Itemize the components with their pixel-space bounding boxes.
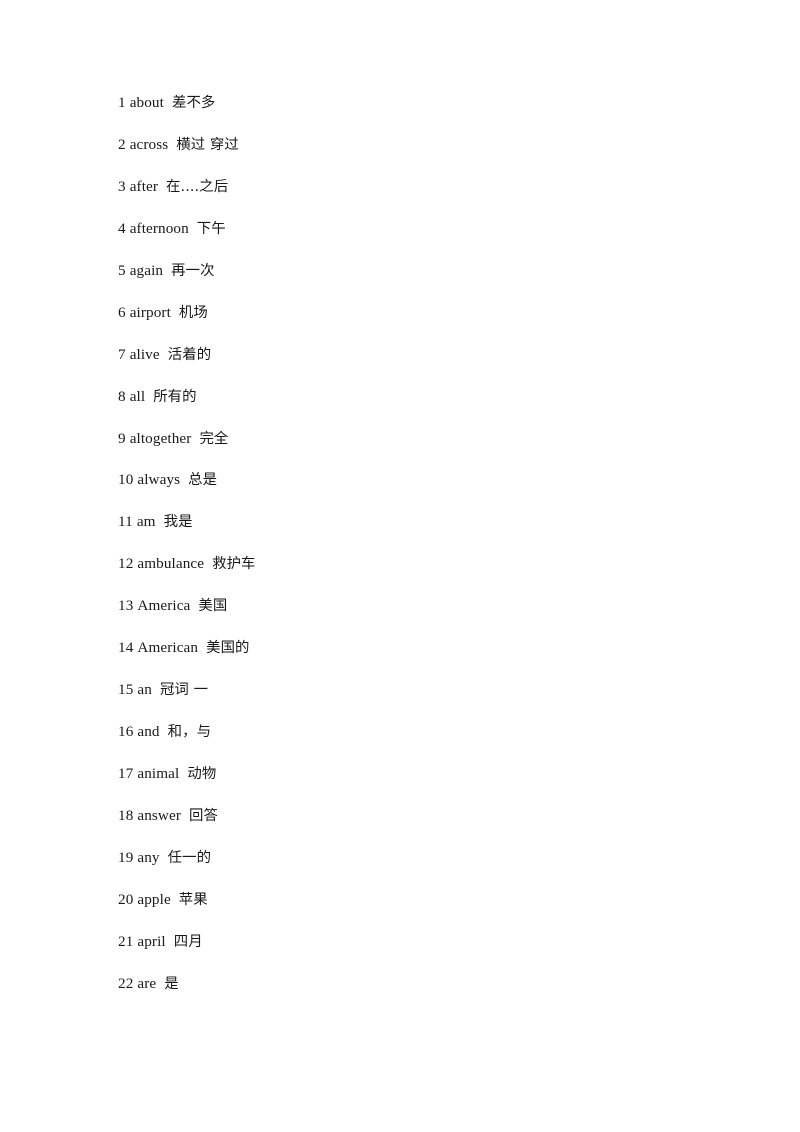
entry-english-word: am [136, 513, 156, 531]
vocabulary-entry: 20 apple 苹果 [118, 889, 760, 931]
vocabulary-entry: 15 an 冠词 一 [118, 679, 760, 721]
entry-english-word: airport [129, 303, 171, 321]
entry-index: 20 [118, 890, 134, 908]
entry-index: 5 [118, 261, 126, 279]
entry-english-word: altogether [129, 429, 192, 447]
entry-chinese-meaning: 总是 [188, 472, 218, 489]
vocabulary-entry: 16 and 和，与 [118, 721, 760, 763]
entry-chinese-meaning: 再一次 [171, 262, 215, 279]
vocabulary-entry: 8 all 所有的 [118, 386, 760, 428]
vocabulary-entry: 22 are 是 [118, 973, 760, 1015]
entry-chinese-meaning: 苹果 [178, 891, 208, 908]
entry-index: 9 [118, 429, 126, 447]
entry-english-word: any [137, 848, 160, 866]
entry-chinese-meaning: 和，与 [167, 724, 212, 741]
entry-index: 2 [118, 135, 126, 153]
entry-chinese-meaning: 差不多 [171, 95, 216, 111]
entry-english-word: afternoon [129, 219, 189, 237]
vocabulary-entry: 1 about 差不多 [118, 92, 760, 134]
entry-chinese-meaning: 横过 穿过 [176, 136, 239, 153]
entry-index: 21 [118, 932, 134, 950]
entry-index: 8 [118, 387, 126, 405]
entry-chinese-meaning: 完全 [199, 430, 229, 447]
vocabulary-entry: 14 American 美国的 [118, 637, 760, 679]
entry-english-word: answer [137, 806, 182, 824]
entry-chinese-meaning: 美国的 [206, 640, 250, 657]
entry-chinese-meaning: 机场 [178, 304, 208, 321]
vocabulary-list: 1 about 差不多 2 across 横过 穿过 3 after 在....之后 4 after… [118, 92, 760, 1015]
entry-index: 22 [118, 974, 134, 992]
entry-chinese-meaning: 活着的 [167, 346, 212, 363]
entry-index: 16 [118, 723, 134, 741]
entry-english-word: ambulance [137, 555, 205, 573]
entry-chinese-meaning: 美国 [198, 598, 228, 615]
entry-chinese-meaning: 我是 [163, 514, 193, 531]
entry-chinese-meaning: 所有的 [153, 388, 197, 405]
entry-index: 7 [118, 345, 126, 363]
entry-index: 12 [118, 555, 134, 573]
vocabulary-entry: 19 any 任一的 [118, 847, 760, 889]
vocabulary-entry: 12 ambulance 救护车 [118, 553, 760, 595]
entry-chinese-meaning: 冠词 一 [159, 682, 209, 699]
entry-index: 3 [118, 177, 126, 195]
vocabulary-entry: 5 again 再一次 [118, 260, 760, 302]
entry-english-word: America [137, 597, 191, 615]
entry-chinese-meaning: 是 [164, 975, 179, 992]
entry-english-word: about [129, 94, 164, 111]
entry-english-word: after [129, 177, 159, 195]
entry-chinese-meaning: 四月 [173, 933, 203, 950]
entry-english-word: across [129, 135, 169, 153]
entry-english-word: all [129, 387, 146, 405]
entry-english-word: always [137, 471, 181, 489]
entry-index: 18 [118, 806, 134, 824]
entry-english-word: are [137, 974, 157, 992]
entry-index: 4 [118, 219, 126, 237]
entry-chinese-meaning: 下午 [196, 220, 226, 237]
entry-index: 17 [118, 765, 134, 782]
entry-english-word: again [129, 261, 164, 279]
entry-chinese-meaning: 在....之后 [166, 178, 229, 195]
vocabulary-entry: 17 animal 动物 [118, 763, 760, 805]
document-page: 1 about 差不多 2 across 横过 穿过 3 after 在....之后 4 after… [0, 0, 800, 1132]
entry-index: 13 [118, 597, 134, 615]
entry-chinese-meaning: 救护车 [212, 556, 256, 573]
entry-english-word: apple [137, 890, 171, 908]
entry-index: 10 [118, 471, 134, 489]
entry-english-word: april [137, 932, 166, 950]
vocabulary-entry: 21 april 四月 [118, 931, 760, 973]
vocabulary-entry: 10 always 总是 [118, 469, 760, 511]
vocabulary-entry: 4 afternoon 下午 [118, 218, 760, 260]
entry-english-word: alive [129, 345, 160, 363]
entry-english-word: animal [137, 765, 180, 782]
vocabulary-entry: 3 after 在....之后 [118, 176, 760, 218]
vocabulary-entry: 18 answer 回答 [118, 805, 760, 847]
entry-index: 11 [118, 513, 133, 531]
entry-index: 19 [118, 848, 134, 866]
entry-chinese-meaning: 回答 [189, 807, 218, 824]
entry-english-word: an [137, 681, 152, 699]
entry-index: 6 [118, 303, 126, 321]
vocabulary-entry: 9 altogether 完全 [118, 428, 760, 470]
entry-index: 1 [118, 94, 126, 111]
vocabulary-entry: 11 am 我是 [118, 511, 760, 553]
vocabulary-entry: 2 across 横过 穿过 [118, 134, 760, 176]
vocabulary-entry: 7 alive 活着的 [118, 344, 760, 386]
entry-index: 15 [118, 681, 134, 699]
entry-english-word: American [137, 639, 199, 657]
entry-chinese-meaning: 任一的 [167, 849, 212, 866]
entry-index: 14 [118, 639, 134, 657]
vocabulary-entry: 6 airport 机场 [118, 302, 760, 344]
vocabulary-entry: 13 America 美国 [118, 595, 760, 637]
entry-english-word: and [137, 723, 160, 741]
entry-chinese-meaning: 动物 [187, 766, 217, 782]
